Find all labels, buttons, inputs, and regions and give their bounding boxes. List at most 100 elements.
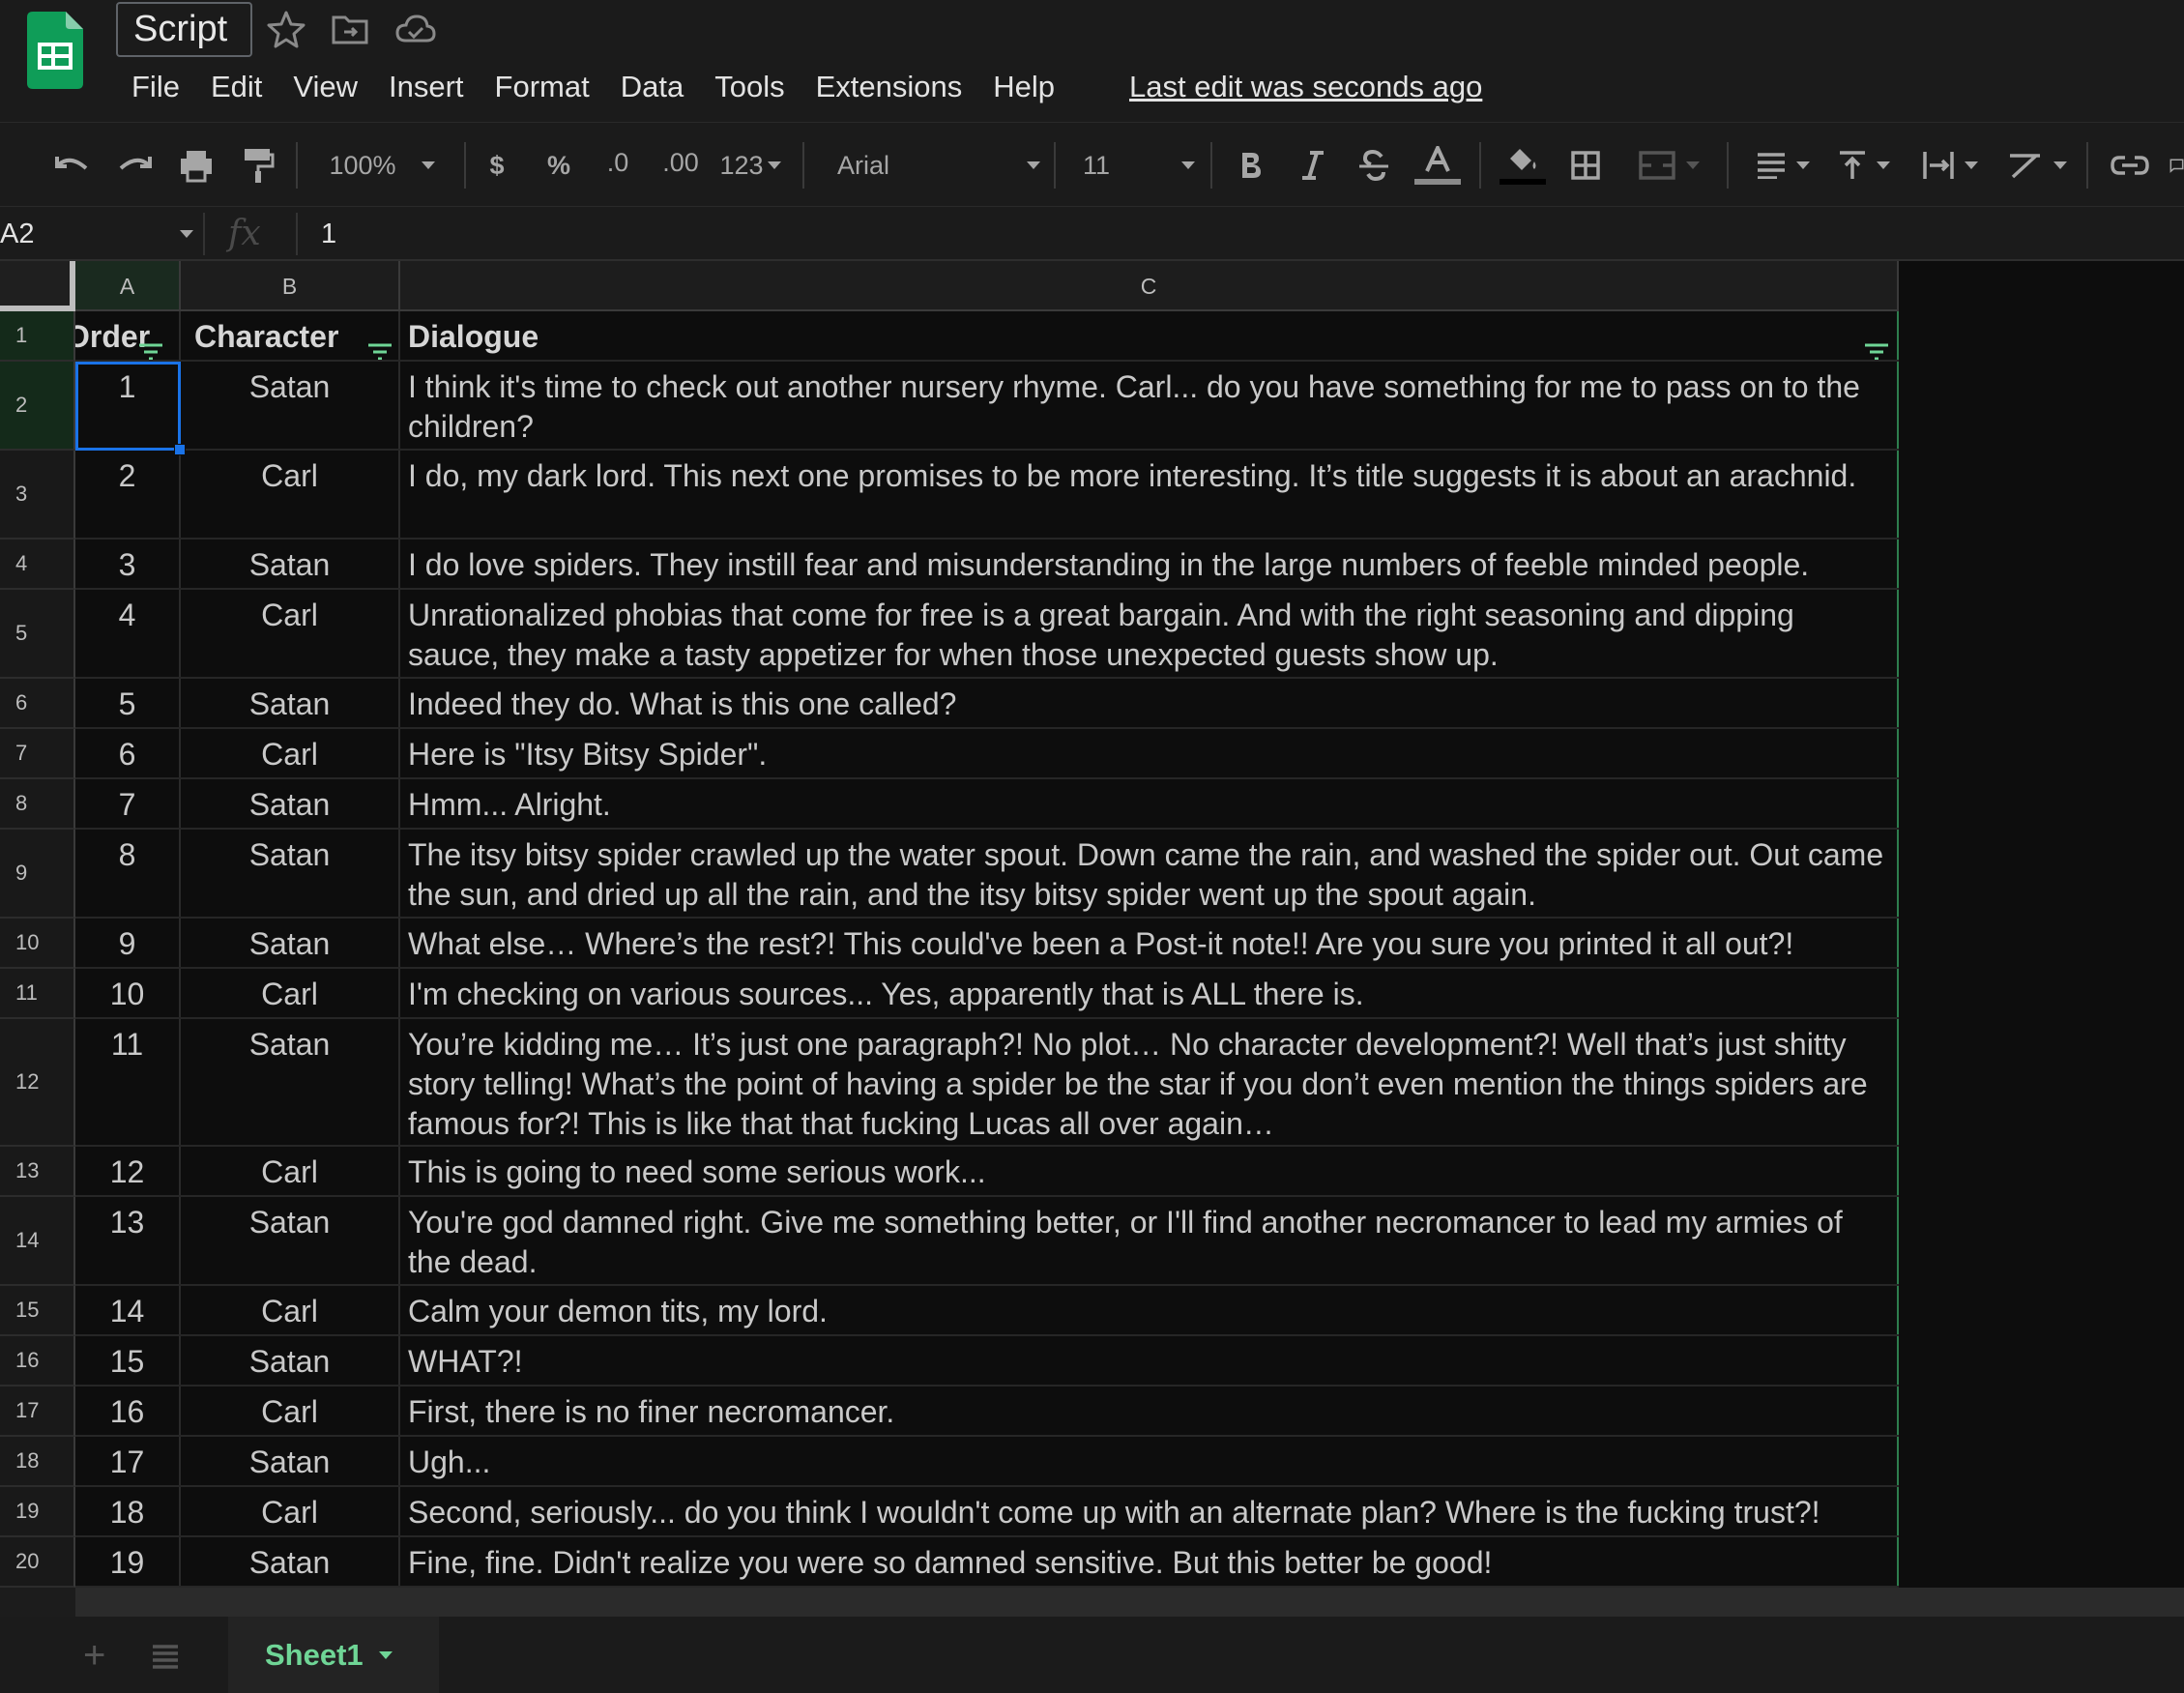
move-folder-icon[interactable] — [329, 8, 371, 50]
character-cell[interactable]: Carl — [181, 1487, 400, 1535]
undo-button[interactable] — [48, 123, 97, 208]
bold-button[interactable] — [1232, 123, 1270, 208]
row-header[interactable]: 14 — [0, 1197, 75, 1286]
row-header[interactable]: 9 — [0, 830, 75, 919]
character-cell[interactable]: Carl — [181, 729, 400, 777]
menu-edit[interactable]: Edit — [195, 66, 277, 110]
menu-help[interactable]: Help — [977, 66, 1070, 110]
print-button[interactable] — [172, 123, 220, 208]
menu-file[interactable]: File — [131, 66, 195, 110]
dialogue-cell[interactable]: Hmm... Alright. — [400, 779, 1899, 828]
character-cell[interactable]: Satan — [181, 919, 400, 967]
character-cell[interactable]: Satan — [181, 779, 400, 828]
horizontal-align-button[interactable] — [1746, 123, 1820, 208]
order-cell[interactable]: 18 — [75, 1487, 181, 1535]
character-cell[interactable]: Satan — [181, 362, 400, 449]
order-cell[interactable]: 14 — [75, 1286, 181, 1334]
row-header[interactable]: 19 — [0, 1487, 75, 1537]
menu-extensions[interactable]: Extensions — [801, 66, 978, 110]
order-cell[interactable]: 10 — [75, 969, 181, 1017]
vertical-align-button[interactable] — [1835, 123, 1893, 208]
dialogue-cell[interactable]: I think it's time to check out another n… — [400, 362, 1899, 449]
strikethrough-button[interactable] — [1354, 123, 1394, 208]
row-header[interactable]: 17 — [0, 1387, 75, 1437]
filter-icon[interactable] — [139, 331, 173, 360]
percent-format-button[interactable]: % — [541, 123, 576, 208]
star-icon[interactable] — [265, 8, 307, 50]
dialogue-cell[interactable]: This is going to need some serious work.… — [400, 1147, 1899, 1195]
document-title[interactable]: Script — [116, 2, 252, 57]
column-header-c[interactable]: C — [400, 261, 1899, 311]
character-cell[interactable]: Satan — [181, 1197, 400, 1284]
dialogue-cell[interactable]: You’re kidding me… It’s just one paragra… — [400, 1019, 1899, 1145]
order-cell[interactable]: 17 — [75, 1437, 181, 1485]
character-cell[interactable]: Carl — [181, 969, 400, 1017]
order-cell[interactable]: 16 — [75, 1387, 181, 1435]
last-edit-link[interactable]: Last edit was seconds ago — [1129, 66, 1482, 108]
row-header[interactable]: 16 — [0, 1336, 75, 1387]
order-cell[interactable]: 7 — [75, 779, 181, 828]
order-cell[interactable]: 5 — [75, 679, 181, 727]
character-cell[interactable]: Carl — [181, 590, 400, 677]
dialogue-cell[interactable]: Unrationalized phobias that come for fre… — [400, 590, 1899, 677]
character-cell[interactable]: Satan — [181, 1437, 400, 1485]
fill-color-button[interactable] — [1499, 123, 1547, 208]
menu-view[interactable]: View — [277, 66, 373, 110]
dialogue-cell[interactable]: I'm checking on various sources... Yes, … — [400, 969, 1899, 1017]
insert-comment-button[interactable] — [2169, 123, 2184, 208]
character-cell[interactable]: Carl — [181, 1286, 400, 1334]
order-cell[interactable]: 13 — [75, 1197, 181, 1284]
order-cell[interactable]: 12 — [75, 1147, 181, 1195]
insert-link-button[interactable] — [2108, 123, 2152, 208]
character-cell[interactable]: Satan — [181, 540, 400, 588]
character-cell[interactable]: Satan — [181, 1019, 400, 1145]
character-cell[interactable]: Satan — [181, 679, 400, 727]
all-sheets-icon[interactable] — [151, 1644, 180, 1669]
row-header[interactable]: 1 — [0, 311, 75, 362]
row-header[interactable]: 4 — [0, 540, 75, 590]
order-cell[interactable]: 1 — [75, 362, 181, 449]
zoom-select[interactable]: 100% — [319, 123, 445, 208]
dialogue-cell[interactable]: Indeed they do. What is this one called? — [400, 679, 1899, 727]
order-cell[interactable]: 9 — [75, 919, 181, 967]
sheet-tab-caret-icon[interactable] — [378, 1650, 393, 1659]
character-cell[interactable]: Satan — [181, 1336, 400, 1385]
dialogue-cell[interactable]: Here is "Itsy Bitsy Spider". — [400, 729, 1899, 777]
order-cell[interactable]: Order — [75, 311, 181, 360]
italic-button[interactable] — [1294, 123, 1332, 208]
row-header[interactable]: 13 — [0, 1147, 75, 1197]
row-header[interactable]: 15 — [0, 1286, 75, 1336]
dialogue-cell[interactable]: I do, my dark lord. This next one promis… — [400, 451, 1899, 538]
order-cell[interactable]: 15 — [75, 1336, 181, 1385]
name-box[interactable]: A2 — [0, 207, 193, 261]
row-header[interactable]: 5 — [0, 590, 75, 679]
character-cell[interactable]: Satan — [181, 830, 400, 917]
merge-cells-button[interactable] — [1630, 123, 1707, 208]
order-cell[interactable]: 11 — [75, 1019, 181, 1145]
dialogue-cell[interactable]: You're god damned right. Give me somethi… — [400, 1197, 1899, 1284]
borders-button[interactable] — [1566, 123, 1605, 208]
dialogue-cell[interactable]: WHAT?! — [400, 1336, 1899, 1385]
dialogue-cell[interactable]: First, there is no finer necromancer. — [400, 1387, 1899, 1435]
row-header[interactable]: 2 — [0, 362, 75, 451]
filter-icon[interactable] — [367, 331, 393, 360]
fill-handle[interactable] — [174, 444, 186, 455]
sheets-logo-icon[interactable] — [27, 12, 83, 89]
dialogue-cell[interactable]: I do love spiders. They instill fear and… — [400, 540, 1899, 588]
decrease-decimal-button[interactable]: .0 — [594, 123, 642, 208]
row-header[interactable]: 11 — [0, 969, 75, 1019]
text-color-button[interactable] — [1413, 123, 1462, 208]
dialogue-cell[interactable]: Dialogue — [400, 311, 1899, 360]
column-header-b[interactable]: B — [181, 261, 400, 311]
character-cell[interactable]: Satan — [181, 1537, 400, 1586]
select-all-corner[interactable] — [0, 261, 75, 311]
order-cell[interactable]: 2 — [75, 451, 181, 538]
row-header[interactable]: 3 — [0, 451, 75, 540]
name-box-caret-icon[interactable] — [180, 230, 193, 238]
font-family-select[interactable]: Arial — [837, 123, 1040, 208]
column-header-a[interactable]: A — [75, 261, 181, 311]
spreadsheet-grid[interactable]: A B C 1OrderCharacterDialogue21SatanI th… — [0, 261, 2184, 1588]
order-cell[interactable]: 19 — [75, 1537, 181, 1586]
menu-format[interactable]: Format — [480, 66, 605, 110]
text-rotation-button[interactable] — [2003, 123, 2071, 208]
